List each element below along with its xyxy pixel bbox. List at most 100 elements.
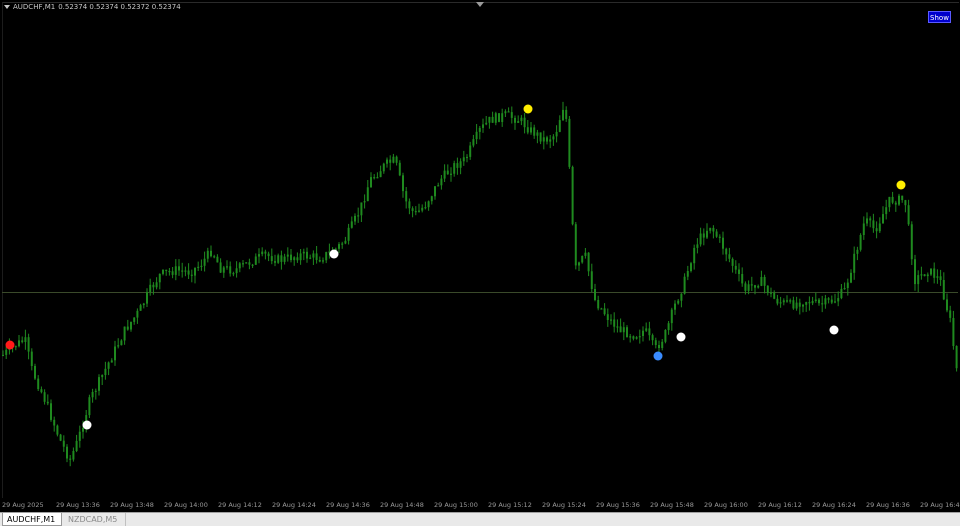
candle-body [626,327,628,338]
show-button[interactable]: Show [928,11,951,23]
candle-body [139,305,142,311]
candle-body [469,145,472,157]
time-label: 29 Aug 16:24 [812,501,856,509]
candle-body [773,292,776,299]
candle-body [584,252,587,256]
candle-body [165,269,168,271]
candle-body [482,124,484,128]
candle-body [382,163,385,172]
candle-body [837,298,840,302]
signal-marker-blue[interactable] [653,351,663,361]
candle-body [53,419,56,426]
price-chart[interactable] [0,0,960,498]
candle-body [194,267,196,276]
candle-body [786,300,788,302]
time-label: 29 Aug 14:12 [218,501,262,509]
candle-body [155,282,158,288]
signal-marker-yellow[interactable] [896,180,906,190]
candle-body [597,300,600,309]
candle-body [2,354,4,357]
candle-body [405,191,408,202]
candle-body [171,271,174,275]
candle-body [408,201,411,209]
candle-body [686,271,689,277]
candle-body [421,207,424,211]
candle-body [946,299,948,311]
candle-body [533,127,536,136]
candle-body [757,285,760,288]
candle-body [258,254,260,257]
candle-body [411,208,414,211]
tab-nzdcad-m5[interactable]: NZDCAD,M5 [64,513,126,526]
candle-body [478,127,481,132]
candle-body [283,256,286,262]
candle-body [190,274,193,276]
candle-body [891,196,894,203]
candle-body [491,116,494,123]
candle-body [498,113,500,122]
candle-body [933,268,936,278]
candle-body [152,284,155,288]
time-label: 29 Aug 14:00 [164,501,208,509]
candle-body [350,221,353,228]
candle-body [184,270,187,272]
candle-body [245,262,248,264]
candle-body [203,258,206,266]
tab-audchf-m1[interactable]: AUDCHF,M1 [2,513,62,526]
candle-body [866,218,868,224]
candle-body [862,223,865,235]
candle-body [859,235,862,250]
signal-marker-white[interactable] [329,249,339,259]
candle-body [267,253,270,257]
candle-body [200,265,203,267]
candle-body [344,240,347,244]
candle-body [142,303,145,306]
candle-body [414,211,417,213]
candle-body [286,254,289,257]
candle-body [549,139,552,142]
candle-body [910,224,913,260]
candle-body [917,275,920,285]
candle-body [114,346,116,361]
candle-body [699,233,702,245]
candle-body [840,288,843,299]
candle-body [846,282,849,288]
candle-body [56,425,59,435]
signal-marker-red[interactable] [5,340,15,350]
candle-body [680,293,683,301]
candle-body [312,253,315,258]
candle-body [91,392,94,398]
candle-body [898,195,900,205]
chart-shift-handle-icon[interactable] [476,2,484,7]
signal-marker-white[interactable] [829,325,839,335]
candle-body [712,227,715,232]
candle-body [507,111,510,113]
candle-body [763,277,766,286]
candle-body [437,185,440,187]
candle-body [638,336,641,338]
candle-body [702,233,705,238]
candle-body [24,337,27,342]
candle-body [229,266,232,274]
candle-body [117,345,120,347]
candle-body [514,117,516,123]
candle-body [616,326,619,328]
candle-body [869,218,872,221]
signal-marker-white[interactable] [82,420,92,430]
candle-body [603,308,606,315]
candle-body [802,304,804,307]
candle-body [782,300,785,303]
signal-marker-white[interactable] [676,332,686,342]
candle-body [610,319,612,321]
chart-window[interactable]: AUDCHF,M1 0.52374 0.52374 0.52372 0.52374… [0,0,960,512]
header-dropdown-icon[interactable] [4,5,10,9]
candle-body [216,256,219,263]
candle-body [632,336,635,339]
candle-body [450,173,452,175]
signal-marker-yellow[interactable] [523,104,533,114]
candle-body [571,166,574,225]
candle-body [443,170,446,179]
candle-body [715,231,718,237]
candle-body [894,202,897,205]
candle-body [232,273,235,275]
